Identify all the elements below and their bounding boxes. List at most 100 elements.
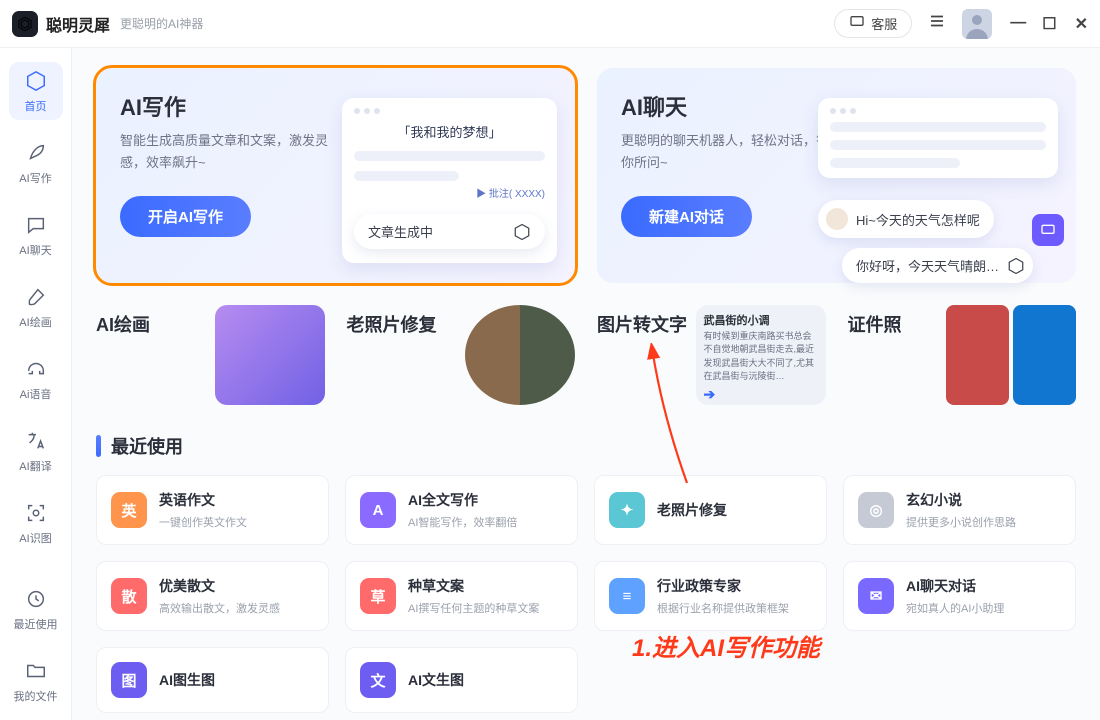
tile-title: 优美散文 <box>159 576 280 596</box>
sidebar-item-files[interactable]: 我的文件 <box>9 652 63 710</box>
tile-title: 英语作文 <box>159 490 247 510</box>
tile-icon: 草 <box>360 578 396 614</box>
tile-title: 玄幻小说 <box>906 490 1016 510</box>
sidebar-item-vision[interactable]: AI识图 <box>9 494 63 552</box>
recent-tile[interactable]: 英英语作文一键创作英文作文 <box>96 475 329 545</box>
sidebar-item-label: 最近使用 <box>14 616 58 632</box>
sidebar-item-label: AI写作 <box>19 170 51 186</box>
tile-title: AI聊天对话 <box>906 576 1004 596</box>
feature-card-id-photo[interactable]: 证件照 <box>848 305 1077 405</box>
recent-heading: 最近使用 <box>96 433 1076 459</box>
feather-icon <box>23 140 49 166</box>
tile-subtitle: AI撰写任何主题的种草文案 <box>408 600 539 616</box>
sidebar-item-translate[interactable]: AI翻译 <box>9 422 63 480</box>
tile-title: 种草文案 <box>408 576 539 596</box>
id-thumbnail <box>946 305 1076 405</box>
new-chat-button[interactable]: 新建AI对话 <box>621 196 752 237</box>
chat-bubble-outgoing: 你好呀，今天天气晴朗… <box>842 248 1033 283</box>
recent-heading-text: 最近使用 <box>111 433 183 459</box>
photo-thumbnail <box>465 305 575 405</box>
tile-title: AI全文写作 <box>408 490 517 510</box>
chat-fab-icon <box>1032 214 1064 246</box>
sidebar: 首页 AI写作 AI聊天 AI绘画 Ai语音 AI翻译 AI识图 最 <box>0 48 72 720</box>
tile-icon: 文 <box>360 662 396 698</box>
hero-card-chat[interactable]: AI聊天 更聪明的聊天机器人，轻松对话，答你所问~ 新建AI对话 Hi~今天的天… <box>597 68 1076 283</box>
recent-grid: 英英语作文一键创作英文作文 A AI全文写作 AI智能写作，效率翻倍 ✦ 老照片修复 ◎玄幻… <box>96 475 1076 713</box>
sidebar-item-paint[interactable]: AI绘画 <box>9 278 63 336</box>
sidebar-item-label: 首页 <box>25 98 47 114</box>
tile-title: AI图生图 <box>159 670 215 690</box>
translate-icon <box>23 428 49 454</box>
doc-thumbnail: 武昌街的小调 有时候到重庆南路买书总会不自觉地朝武昌街走去,最近发现武昌街大大不… <box>696 305 826 405</box>
feature-title: AI绘画 <box>96 311 150 337</box>
window-controls: — ☐ ✕ <box>1010 14 1088 34</box>
tile-subtitle: AI智能写作，效率翻倍 <box>408 514 517 530</box>
close-button[interactable]: ✕ <box>1075 14 1088 34</box>
tile-icon: A <box>360 492 396 528</box>
brush-icon <box>23 284 49 310</box>
sidebar-item-voice[interactable]: Ai语音 <box>9 350 63 408</box>
tile-icon: ≡ <box>609 578 645 614</box>
start-writing-button[interactable]: 开启AI写作 <box>120 196 251 237</box>
hamburger-icon <box>928 12 946 35</box>
feature-card-photo-restore[interactable]: 老照片修复 <box>347 305 576 405</box>
app-name: 聪明灵犀 <box>46 12 110 36</box>
tile-icon: 图 <box>111 662 147 698</box>
feature-title: 图片转文字 <box>597 311 687 337</box>
folder-icon <box>23 658 49 684</box>
sidebar-item-label: 我的文件 <box>14 688 58 704</box>
cube-icon <box>23 68 49 94</box>
recent-tile[interactable]: 图 AI图生图 <box>96 647 329 713</box>
main-content: AI写作 智能生成高质量文章和文案，激发灵感，效率飙升~ 开启AI写作 AI 「… <box>72 48 1100 720</box>
tile-icon: ✦ <box>609 492 645 528</box>
tile-subtitle: 高效输出散文，激发灵感 <box>159 600 280 616</box>
headphones-icon <box>23 356 49 382</box>
tile-title: AI文生图 <box>408 670 464 690</box>
chat-bubble-icon <box>849 14 865 33</box>
support-button[interactable]: 客服 <box>834 9 912 38</box>
minimize-button[interactable]: — <box>1010 14 1024 34</box>
tile-icon: ✉ <box>858 578 894 614</box>
app-tagline: 更聪明的AI神器 <box>120 15 203 32</box>
sidebar-item-home[interactable]: 首页 <box>9 62 63 120</box>
recent-tile[interactable]: ≡ 行业政策专家根据行业名称提供政策框架 <box>594 561 827 631</box>
sidebar-item-chat[interactable]: AI聊天 <box>9 206 63 264</box>
tile-subtitle: 一键创作英文作文 <box>159 514 247 530</box>
support-label: 客服 <box>871 14 897 33</box>
recent-tile[interactable]: 散优美散文高效输出散文，激发灵感 <box>96 561 329 631</box>
user-avatar[interactable] <box>962 9 992 39</box>
avatar-icon <box>826 208 848 230</box>
sidebar-item-label: AI识图 <box>19 530 51 546</box>
tile-icon: 散 <box>111 578 147 614</box>
chat-icon <box>23 212 49 238</box>
sidebar-item-recent[interactable]: 最近使用 <box>9 580 63 638</box>
arrow-right-icon: ➔ <box>704 384 818 405</box>
paint-thumbnail <box>215 305 325 405</box>
sidebar-item-writing[interactable]: AI写作 <box>9 134 63 192</box>
maximize-button[interactable]: ☐ <box>1042 14 1056 34</box>
sidebar-item-label: Ai语音 <box>20 386 52 402</box>
mock-status-pill: 文章生成中 <box>354 214 545 249</box>
feature-card-paint[interactable]: AI绘画 <box>96 305 325 405</box>
recent-tile[interactable]: ✉AI聊天对话宛如真人的AI小助理 <box>843 561 1076 631</box>
feature-card-ocr[interactable]: 图片转文字 武昌街的小调 有时候到重庆南路买书总会不自觉地朝武昌街走去,最近发现… <box>597 305 826 405</box>
hero-writing-subtitle: 智能生成高质量文章和文案，激发灵感，效率飙升~ <box>120 130 330 174</box>
scan-icon <box>23 500 49 526</box>
tile-subtitle: 根据行业名称提供政策框架 <box>657 600 789 616</box>
recent-tile[interactable]: ✦ 老照片修复 <box>594 475 827 545</box>
tile-title: 行业政策专家 <box>657 576 789 596</box>
mock-doc-title: 「我和我的梦想」 <box>354 122 545 141</box>
recent-tile[interactable]: A AI全文写作 AI智能写作，效率翻倍 <box>345 475 578 545</box>
chat-mock: Hi~今天的天气怎样呢 你好呀，今天天气晴朗… <box>818 98 1058 283</box>
mock-annotation: 批注( XXXX) <box>354 185 545 200</box>
recent-tile[interactable]: 文 AI文生图 <box>345 647 578 713</box>
feature-title: 证件照 <box>848 311 902 337</box>
history-icon <box>23 586 49 612</box>
recent-tile[interactable]: 草种草文案 AI撰写任何主题的种草文案 <box>345 561 578 631</box>
menu-button[interactable] <box>922 9 952 39</box>
hero-card-writing[interactable]: AI写作 智能生成高质量文章和文案，激发灵感，效率飙升~ 开启AI写作 AI 「… <box>96 68 575 283</box>
tile-icon: 英 <box>111 492 147 528</box>
tile-title: 老照片修复 <box>657 500 727 520</box>
hero-chat-subtitle: 更聪明的聊天机器人，轻松对话，答你所问~ <box>621 130 831 174</box>
recent-tile[interactable]: ◎玄幻小说提供更多小说创作思路 <box>843 475 1076 545</box>
